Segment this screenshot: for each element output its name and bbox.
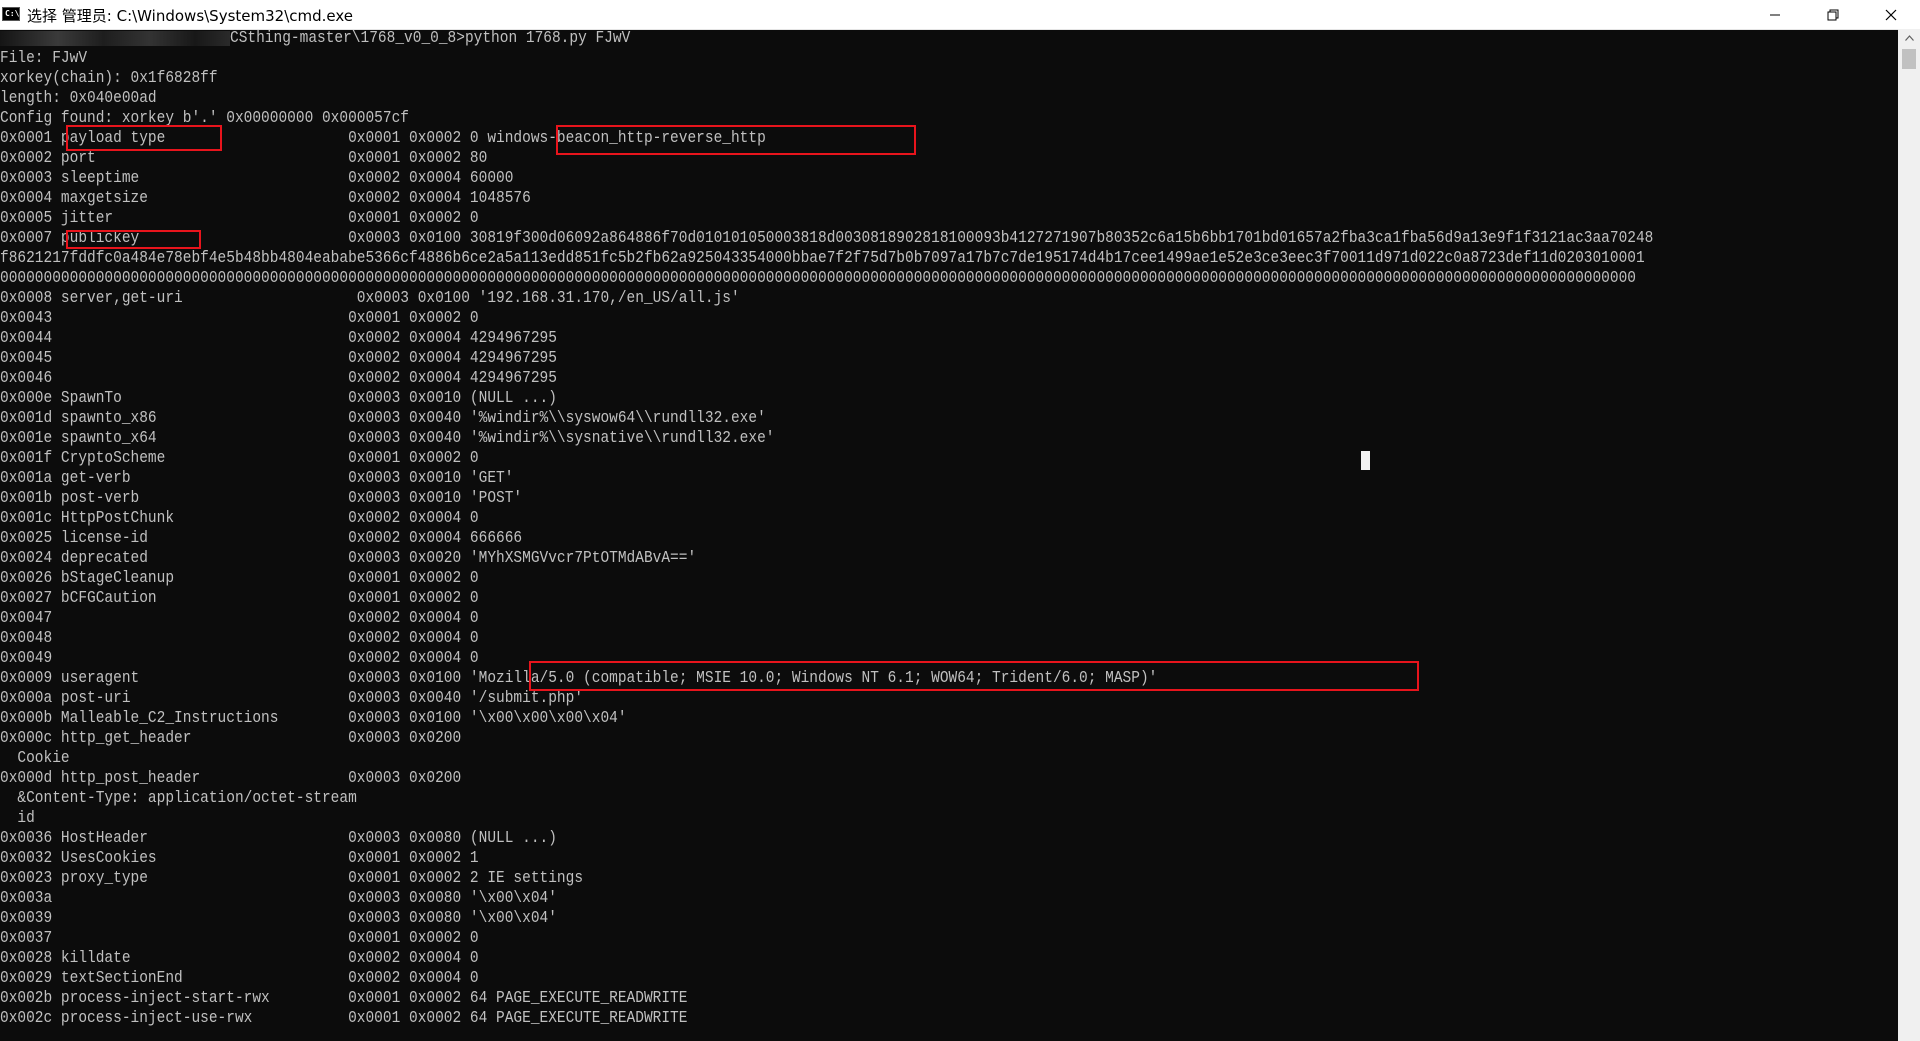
- scroll-up-button[interactable]: [1898, 29, 1920, 47]
- console-line: 0x0036 HostHeader 0x0003 0x0080 (NULL ..…: [0, 829, 557, 848]
- restore-icon: [1827, 9, 1839, 20]
- restore-button[interactable]: [1804, 0, 1862, 29]
- highlight-useragent: [529, 661, 1419, 691]
- console-line: 0x001e spawnto_x64 0x0003 0x0040 '%windi…: [0, 429, 775, 448]
- console-output[interactable]: CSthing-master\1768_v0_0_8>python 1768.p…: [0, 29, 1898, 1041]
- console-line: 0x0027 bCFGCaution 0x0001 0x0002 0: [0, 589, 479, 608]
- console-line: 0x0043 0x0001 0x0002 0: [0, 309, 479, 328]
- console-line: 0x0045 0x0002 0x0004 4294967295: [0, 349, 557, 368]
- console-line: 0x0046 0x0002 0x0004 4294967295: [0, 369, 557, 388]
- console-line: 0x0049 0x0002 0x0004 0: [0, 649, 479, 668]
- console-line: Cookie: [0, 749, 70, 768]
- console-line: length: 0x040e00ad: [0, 89, 157, 108]
- close-icon: [1885, 9, 1897, 20]
- console-line: 0x0029 textSectionEnd 0x0002 0x0004 0: [0, 969, 479, 988]
- console-line: 0x0007 publickey 0x0003 0x0100 30819f300…: [0, 229, 1654, 248]
- console-line: 0x0044 0x0002 0x0004 4294967295: [0, 329, 557, 348]
- console-line: 0x003a 0x0003 0x0080 '\x00\x04': [0, 889, 557, 908]
- text-cursor: [1361, 451, 1370, 470]
- highlight-payload-value: [556, 125, 916, 155]
- console-line: 0x0047 0x0002 0x0004 0: [0, 609, 479, 628]
- redacted-path: [0, 31, 230, 46]
- console-line: 0x001a get-verb 0x0003 0x0010 'GET': [0, 469, 514, 488]
- vertical-scrollbar[interactable]: [1898, 29, 1920, 1041]
- console-line: 0x0023 proxy_type 0x0001 0x0002 2 IE set…: [0, 869, 584, 888]
- console-line: 0x001d spawnto_x86 0x0003 0x0040 '%windi…: [0, 409, 766, 428]
- console-line: 0x0048 0x0002 0x0004 0: [0, 629, 479, 648]
- cmd-icon-glyph: C:\: [5, 9, 20, 18]
- title-bar[interactable]: C:\ 选择 管理员: C:\Windows\System32\cmd.exe: [0, 0, 1920, 30]
- cmd-icon: C:\: [2, 7, 20, 21]
- console-line: 0x0002 port 0x0001 0x0002 80: [0, 149, 488, 168]
- console-line: 0x001b post-verb 0x0003 0x0010 'POST': [0, 489, 523, 508]
- console-line: 0x0028 killdate 0x0002 0x0004 0: [0, 949, 479, 968]
- console-line: 0x002c process-inject-use-rwx 0x0001 0x0…: [0, 1009, 688, 1028]
- console-line: 0x0026 bStageCleanup 0x0001 0x0002 0: [0, 569, 479, 588]
- console-line: 0x0005 jitter 0x0001 0x0002 0: [0, 209, 479, 228]
- minimize-button[interactable]: [1746, 0, 1804, 29]
- console-line: 0x001c HttpPostChunk 0x0002 0x0004 0: [0, 509, 479, 528]
- console-line: 0x0037 0x0001 0x0002 0: [0, 929, 479, 948]
- close-button[interactable]: [1862, 0, 1920, 29]
- console-line: 0x0004 maxgetsize 0x0002 0x0004 1048576: [0, 189, 531, 208]
- console-line: 0x000e SpawnTo 0x0003 0x0010 (NULL ...): [0, 389, 557, 408]
- chevron-up-icon: [1904, 35, 1914, 41]
- console-line: 0x002b process-inject-start-rwx 0x0001 0…: [0, 989, 688, 1008]
- console-line: 0x0008 server,get-uri 0x0003 0x0100 '192…: [0, 289, 740, 308]
- console-line: 0x0003 sleeptime 0x0002 0x0004 60000: [0, 169, 514, 188]
- console-line: 0x000a post-uri 0x0003 0x0040 '/submit.p…: [0, 689, 584, 708]
- minimize-icon: [1770, 14, 1780, 15]
- prompt-line: CSthing-master\1768_v0_0_8>python 1768.p…: [230, 29, 631, 48]
- console-line: File: FJwV: [0, 49, 88, 68]
- console-line: id: [0, 809, 35, 828]
- highlight-payload-type: [66, 125, 222, 151]
- highlight-publickey: [66, 230, 201, 249]
- console-line: xorkey(chain): 0x1f6828ff: [0, 69, 218, 88]
- console-line: 0x000d http_post_header 0x0003 0x0200: [0, 769, 462, 788]
- scroll-thumb[interactable]: [1902, 49, 1916, 69]
- console-line: 0x000b Malleable_C2_Instructions 0x0003 …: [0, 709, 627, 728]
- console-line: 0000000000000000000000000000000000000000…: [0, 269, 1636, 288]
- console-line: 0x001f CryptoScheme 0x0001 0x0002 0: [0, 449, 479, 468]
- console-line: f8621217fddfc0a484e78ebf4e5b48bb4804eaba…: [0, 249, 1645, 268]
- console-line: 0x0032 UsesCookies 0x0001 0x0002 1: [0, 849, 479, 868]
- console-line: 0x0039 0x0003 0x0080 '\x00\x04': [0, 909, 557, 928]
- window-title: 选择 管理员: C:\Windows\System32\cmd.exe: [27, 7, 354, 25]
- console-line: 0x0025 license-id 0x0002 0x0004 666666: [0, 529, 523, 548]
- console-line: 0x000c http_get_header 0x0003 0x0200: [0, 729, 462, 748]
- console-line: 0x0024 deprecated 0x0003 0x0020 'MYhXSMG…: [0, 549, 697, 568]
- console-line: &Content-Type: application/octet-stream: [0, 789, 357, 808]
